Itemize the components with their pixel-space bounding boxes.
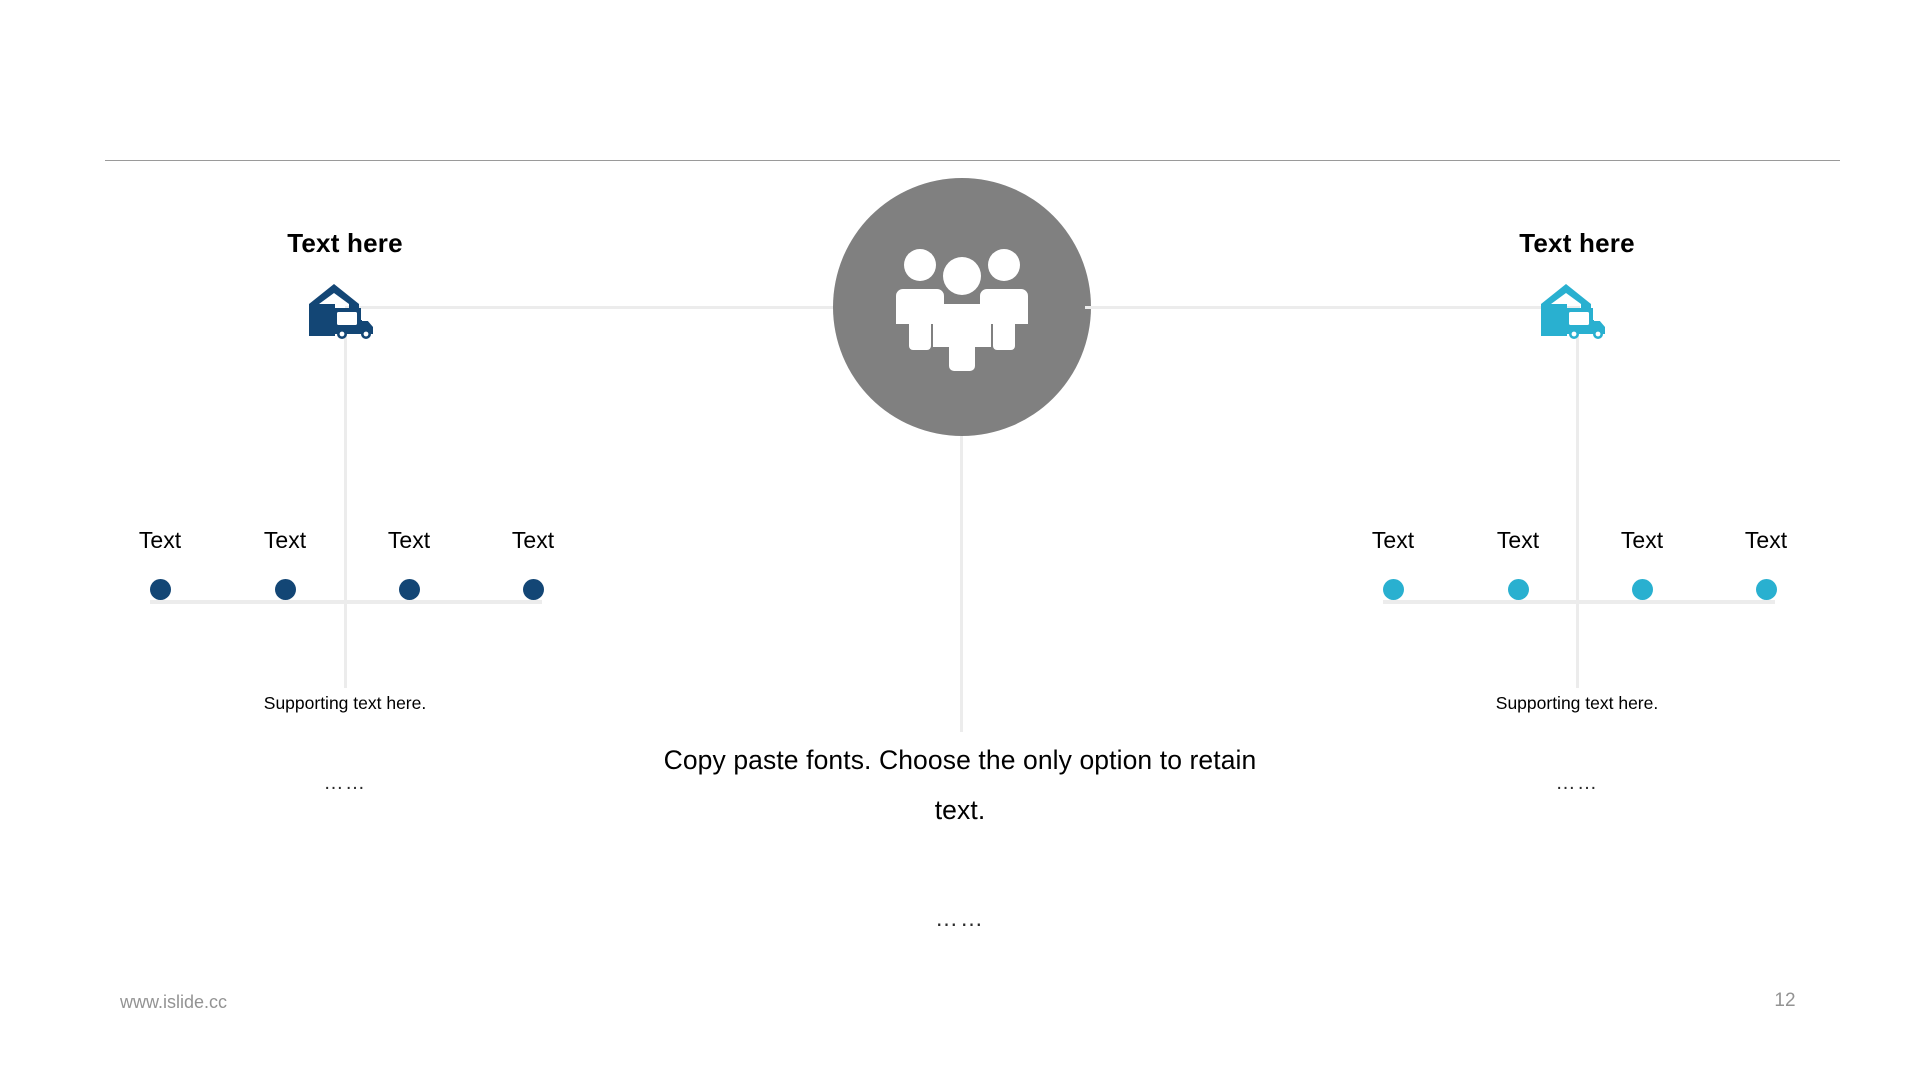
right-supporting-text: Supporting text here. (1495, 693, 1659, 713)
right-dot-item-2[interactable]: Text (1473, 525, 1563, 600)
right-dot-marker-2 (1507, 579, 1529, 600)
left-horizontal-connector (345, 306, 840, 309)
people-group-icon (896, 249, 1028, 371)
right-dot-label-1: Text (1371, 527, 1415, 553)
left-vertical-connector (344, 330, 347, 688)
right-dot-label-3: Text (1620, 527, 1664, 553)
left-dot-item-4[interactable]: Text (488, 525, 578, 600)
slide-canvas: Text here Text Text Text Text Supporting… (0, 0, 1920, 1080)
right-section-title: Text here (1519, 228, 1635, 258)
left-ellipsis: …… (323, 772, 367, 794)
right-horizontal-connector (1085, 306, 1580, 309)
left-dot-marker-2 (274, 579, 296, 600)
left-dot-label-4: Text (511, 527, 555, 553)
left-dot-item-3[interactable]: Text (364, 525, 454, 600)
left-dot-marker-4 (522, 579, 544, 600)
center-ellipsis: …… (935, 905, 985, 931)
left-supporting-text: Supporting text here. (263, 693, 427, 713)
right-dot-marker-4 (1755, 579, 1777, 600)
left-dot-marker-1 (149, 579, 171, 600)
left-dot-label-1: Text (138, 527, 182, 553)
left-dot-item-2[interactable]: Text (240, 525, 330, 600)
center-vertical-connector (960, 436, 963, 732)
left-dot-label-3: Text (387, 527, 431, 553)
right-ellipsis: …… (1555, 772, 1599, 794)
center-circle-badge (833, 178, 1091, 436)
header-divider (105, 160, 1840, 161)
left-dot-marker-3 (398, 579, 420, 600)
left-dot-item-1[interactable]: Text (115, 525, 205, 600)
right-dot-row: Text Text Text Text (1348, 525, 1787, 615)
footer-website-link[interactable]: www.islide.cc (120, 992, 227, 1013)
right-dot-marker-1 (1382, 579, 1404, 600)
slide-page-number: 12 (1774, 990, 1796, 1011)
warehouse-truck-icon-left (305, 282, 385, 344)
right-dot-item-4[interactable]: Text (1721, 525, 1811, 600)
left-section-title: Text here (287, 228, 403, 258)
right-dot-marker-3 (1631, 579, 1653, 600)
right-dot-item-3[interactable]: Text (1597, 525, 1687, 600)
warehouse-truck-icon-right (1537, 282, 1617, 344)
right-dot-item-1[interactable]: Text (1348, 525, 1438, 600)
center-body-text: Copy paste fonts. Choose the only option… (663, 745, 1257, 825)
right-vertical-connector (1576, 330, 1579, 688)
right-dot-label-4: Text (1744, 527, 1788, 553)
left-dot-row: Text Text Text Text (115, 525, 554, 615)
left-dot-label-2: Text (263, 527, 307, 553)
right-dot-label-2: Text (1496, 527, 1540, 553)
